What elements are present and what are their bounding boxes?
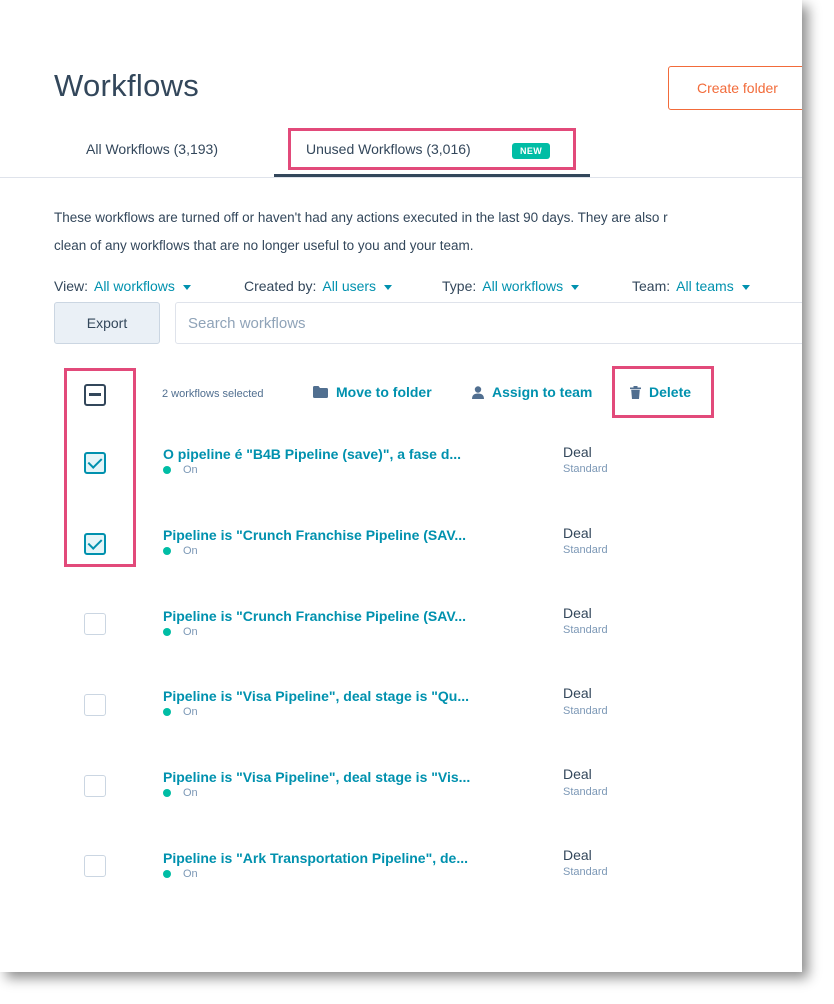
status-dot-icon xyxy=(163,789,171,797)
assign-to-team-label: Assign to team xyxy=(492,384,593,400)
caret-down-icon xyxy=(741,284,750,290)
highlight-box-delete xyxy=(612,366,714,418)
status-dot-icon xyxy=(163,708,171,716)
move-to-folder-button[interactable]: Move to folder xyxy=(313,384,432,400)
filter-view[interactable]: View: All workflows xyxy=(54,278,191,294)
workflow-type: Deal xyxy=(563,444,592,460)
filter-type[interactable]: Type: All workflows xyxy=(442,278,580,294)
filter-type-label: Type: xyxy=(442,278,477,294)
description: These workflows are turned off or haven'… xyxy=(54,204,802,260)
row-checkbox[interactable] xyxy=(84,855,106,877)
move-to-folder-label: Move to folder xyxy=(336,384,432,400)
workflow-type: Deal xyxy=(563,605,592,621)
workflow-status: On xyxy=(163,545,198,557)
workflow-title-link[interactable]: Pipeline is "Crunch Franchise Pipeline (… xyxy=(163,527,466,543)
description-line-2: clean of any workflows that are no longe… xyxy=(54,238,474,253)
filter-team-label: Team: xyxy=(632,278,671,294)
workflow-title-link[interactable]: Pipeline is "Crunch Franchise Pipeline (… xyxy=(163,608,466,624)
status-dot-icon xyxy=(163,628,171,636)
filter-type-value[interactable]: All workflows xyxy=(482,278,563,294)
workflow-status-label: On xyxy=(183,464,198,476)
workflow-title-link[interactable]: Pipeline is "Visa Pipeline", deal stage … xyxy=(163,688,469,704)
selected-count: 2 workflows selected xyxy=(162,388,264,400)
workflow-status: On xyxy=(163,868,198,880)
workflow-status: On xyxy=(163,787,198,799)
export-button[interactable]: Export xyxy=(54,302,160,344)
workflow-type: Deal xyxy=(563,525,592,541)
filter-created-by-value[interactable]: All users xyxy=(322,278,376,294)
caret-down-icon xyxy=(182,284,191,290)
tabs-divider xyxy=(0,177,802,178)
create-folder-button[interactable]: Create folder xyxy=(668,66,802,110)
status-dot-icon xyxy=(163,870,171,878)
workflow-subtype: Standard xyxy=(563,705,608,717)
row-checkbox[interactable] xyxy=(84,775,106,797)
folder-icon xyxy=(313,386,328,398)
workflow-subtype: Standard xyxy=(563,544,608,556)
user-icon xyxy=(472,385,484,399)
status-dot-icon xyxy=(163,466,171,474)
search-input[interactable] xyxy=(175,302,802,344)
filter-team[interactable]: Team: All teams xyxy=(632,278,750,294)
workflow-status-label: On xyxy=(183,868,198,880)
workflow-title-link[interactable]: O pipeline é "B4B Pipeline (save)", a fa… xyxy=(163,446,461,462)
row-checkbox[interactable] xyxy=(84,694,106,716)
workflow-subtype: Standard xyxy=(563,463,608,475)
workflow-subtype: Standard xyxy=(563,624,608,636)
filter-team-value[interactable]: All teams xyxy=(676,278,734,294)
assign-to-team-button[interactable]: Assign to team xyxy=(472,384,592,400)
caret-down-icon xyxy=(384,284,393,290)
highlight-box-tab xyxy=(288,128,576,170)
workflow-status: On xyxy=(163,706,198,718)
filter-view-value[interactable]: All workflows xyxy=(94,278,175,294)
workflow-subtype: Standard xyxy=(563,866,608,878)
workflow-title-link[interactable]: Pipeline is "Ark Transportation Pipeline… xyxy=(163,850,468,866)
workflow-type: Deal xyxy=(563,847,592,863)
filter-created-by[interactable]: Created by: All users xyxy=(244,278,393,294)
filter-created-by-label: Created by: xyxy=(244,278,317,294)
workflow-status-label: On xyxy=(183,626,198,638)
description-line-1: These workflows are turned off or haven'… xyxy=(54,210,668,225)
row-checkbox[interactable] xyxy=(84,613,106,635)
workflow-status-label: On xyxy=(183,706,198,718)
highlight-box-checkboxes xyxy=(64,368,136,567)
workflow-status-label: On xyxy=(183,545,198,557)
workflow-status: On xyxy=(163,464,198,476)
status-dot-icon xyxy=(163,547,171,555)
workflow-title-link[interactable]: Pipeline is "Visa Pipeline", deal stage … xyxy=(163,769,470,785)
workflow-type: Deal xyxy=(563,685,592,701)
filter-view-label: View: xyxy=(54,278,88,294)
workflow-subtype: Standard xyxy=(563,786,608,798)
caret-down-icon xyxy=(571,284,580,290)
workflows-page: Workflows Create folder All Workflows (3… xyxy=(0,0,802,972)
workflow-status: On xyxy=(163,626,198,638)
workflow-status-label: On xyxy=(183,787,198,799)
page-title: Workflows xyxy=(54,68,200,103)
tab-all-workflows[interactable]: All Workflows (3,193) xyxy=(86,141,218,157)
workflow-type: Deal xyxy=(563,766,592,782)
